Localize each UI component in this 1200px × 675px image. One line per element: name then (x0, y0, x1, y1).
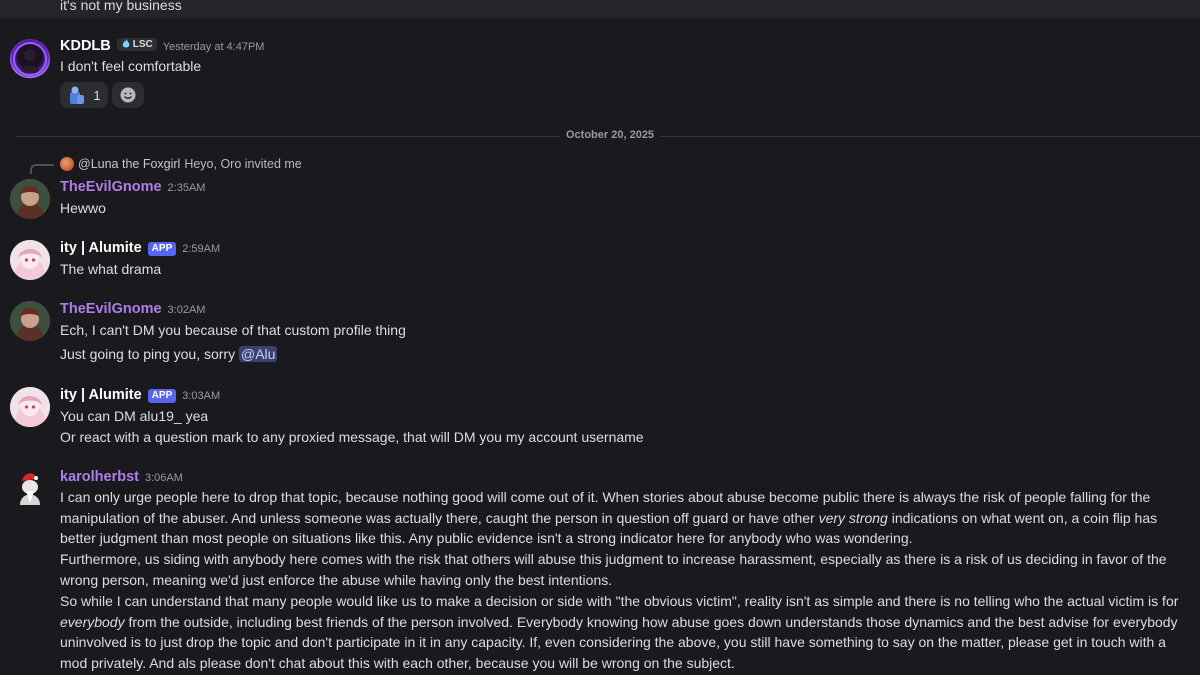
timestamp[interactable]: 2:35AM (168, 182, 206, 194)
avatar-portrait-icon (20, 473, 40, 505)
reply-username[interactable]: @Luna the Foxgirl (78, 157, 180, 171)
guild-tag-label: LSC (132, 38, 153, 50)
add-reaction-icon (120, 87, 136, 103)
message-text: Or react with a question mark to any pro… (60, 429, 644, 445)
app-badge: APP (147, 242, 177, 256)
avatar[interactable] (10, 469, 50, 509)
guild-tag[interactable]: LSC (116, 37, 157, 51)
avatar[interactable] (10, 39, 50, 79)
avatar-portrait-icon (13, 42, 47, 76)
reaction-emoji-icon (70, 86, 85, 104)
message-text: it's not my business (60, 0, 182, 13)
avatar[interactable] (10, 179, 50, 219)
timestamp[interactable]: 3:06AM (145, 472, 183, 484)
app-badge: APP (147, 389, 177, 403)
reaction-count: 1 (93, 87, 101, 103)
message-text-part: from the outside, including best friends… (60, 613, 1178, 672)
flame-icon (122, 39, 130, 48)
timestamp[interactable]: Yesterday at 4:47PM (163, 41, 265, 53)
message-text-part: Just going to ping you, sorry (60, 346, 236, 362)
message-paragraph: I can only urge people here to drop that… (60, 487, 1190, 549)
timestamp[interactable]: 2:59AM (182, 243, 220, 255)
message-text-part: So while I can understand that many peop… (60, 593, 1179, 609)
username[interactable]: ity | Alumite (60, 387, 142, 403)
message-paragraph: Furthermore, us siding with anybody here… (60, 551, 1167, 588)
reply-text[interactable]: Heyo, Oro invited me (184, 157, 301, 171)
reply-reference[interactable]: @Luna the Foxgirl Heyo, Oro invited me (60, 157, 302, 171)
avatar-portrait-icon (10, 240, 50, 280)
username[interactable]: ity | Alumite (60, 240, 142, 256)
user-mention[interactable]: @Alu (239, 346, 278, 362)
message-text: I don't feel comfortable (60, 58, 202, 74)
avatar[interactable] (10, 301, 50, 341)
username[interactable]: TheEvilGnome (60, 179, 162, 195)
timestamp[interactable]: 3:02AM (168, 304, 206, 316)
reply-avatar (60, 157, 74, 171)
previous-message-row: it's not my business (0, 0, 1200, 18)
message-text: Hewwo (60, 200, 106, 216)
message-emphasis: everybody (60, 613, 125, 630)
date-divider-label: October 20, 2025 (560, 129, 661, 141)
reaction-button[interactable]: 1 (60, 82, 108, 108)
avatar-portrait-icon (10, 301, 50, 341)
timestamp[interactable]: 3:03AM (182, 390, 220, 402)
username[interactable]: karolherbst (60, 469, 139, 485)
avatar-portrait-icon (10, 387, 50, 427)
message-text: Just going to ping you, sorry @Alu (60, 346, 278, 362)
avatar-portrait-icon (10, 179, 50, 219)
message-emphasis: very strong (818, 509, 888, 526)
message-text: You can DM alu19_ yea (60, 408, 209, 424)
avatar[interactable] (10, 387, 50, 427)
reply-spine (30, 164, 54, 174)
message-paragraph: So while I can understand that many peop… (60, 591, 1190, 674)
username[interactable]: TheEvilGnome (60, 301, 162, 317)
avatar[interactable] (10, 240, 50, 280)
username[interactable]: KDDLB (60, 38, 111, 54)
message-text: Ech, I can't DM you because of that cust… (60, 322, 406, 338)
message-text: The what drama (60, 261, 162, 277)
add-reaction-button[interactable] (112, 82, 144, 108)
